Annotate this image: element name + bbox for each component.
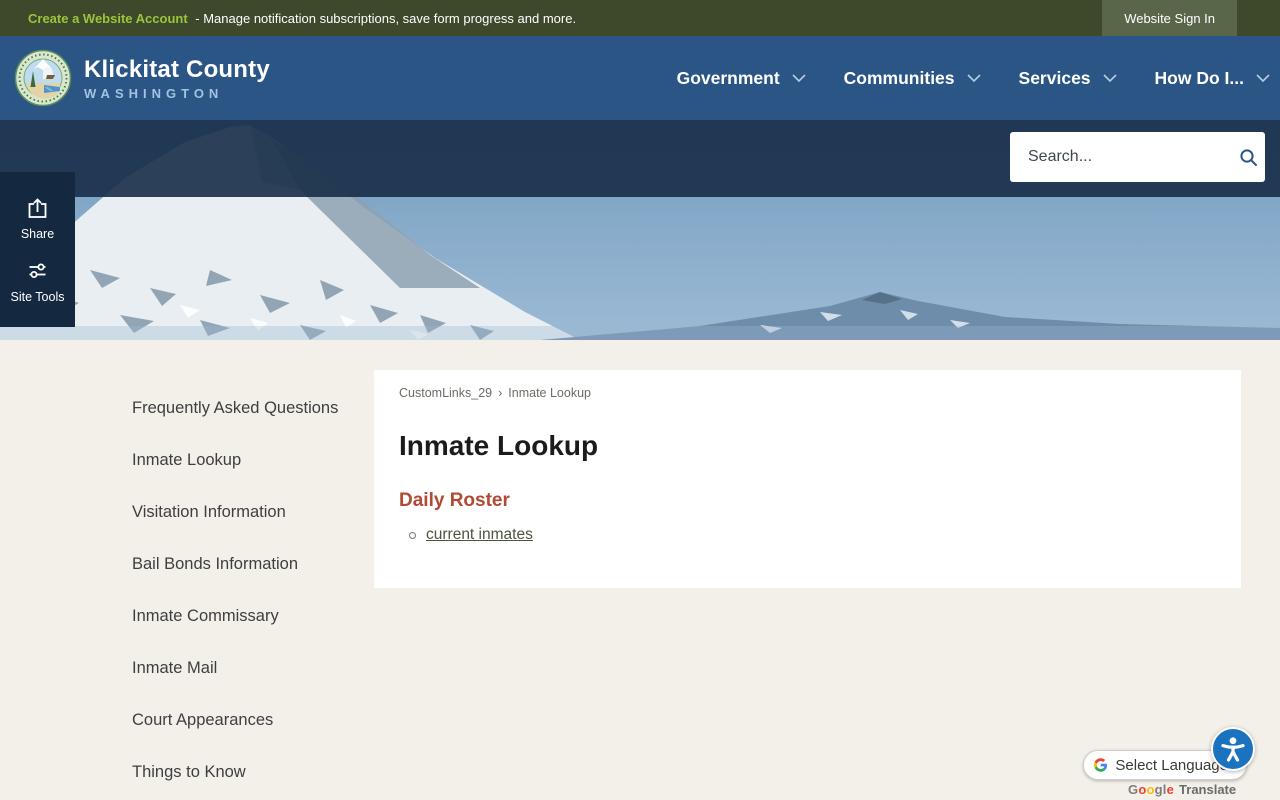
menu-item[interactable]: Inmate Lookup	[132, 450, 338, 470]
utility-bar: Create a Website Account - Manage notifi…	[0, 0, 1280, 36]
share-icon	[28, 198, 47, 218]
nav-how-do-i[interactable]: How Do I...	[1155, 68, 1270, 89]
menu-item[interactable]: Visitation Information	[132, 502, 338, 522]
nav-government[interactable]: Government	[677, 68, 806, 89]
site-tools-sliders-icon	[29, 263, 46, 278]
county-seal-logo	[14, 49, 72, 107]
search-button[interactable]	[1235, 144, 1262, 171]
breadcrumb-separator: ›	[498, 386, 503, 400]
create-account-link[interactable]: Create a Website Account	[28, 11, 188, 26]
side-tools-panel: Share Site Tools	[0, 172, 75, 327]
search-input[interactable]	[1028, 148, 1235, 166]
share-button[interactable]: Share	[21, 195, 54, 241]
main-content-area: Frequently Asked Questions Inmate Lookup…	[0, 340, 1280, 800]
section-menu: Frequently Asked Questions Inmate Lookup…	[132, 398, 338, 800]
main-nav: Government Communities Services How Do I…	[677, 68, 1270, 89]
site-header: Klickitat County WASHINGTON Government C…	[0, 36, 1280, 120]
current-inmates-link[interactable]: current inmates	[426, 526, 533, 544]
menu-item[interactable]: Inmate Commissary	[132, 606, 338, 626]
chevron-down-icon	[792, 73, 806, 82]
site-title: Klickitat County	[84, 55, 270, 83]
list-item: current inmates	[409, 526, 1216, 544]
breadcrumb-parent-link[interactable]: CustomLinks_29	[399, 386, 492, 400]
hero-banner: Share Site Tools	[0, 120, 1280, 340]
daily-roster-heading: Daily Roster	[399, 490, 510, 511]
menu-item[interactable]: Frequently Asked Questions	[132, 398, 338, 418]
chevron-down-icon	[966, 73, 981, 82]
menu-item[interactable]: Things to Know	[132, 762, 338, 782]
list-bullet	[409, 531, 416, 539]
account-promo-text: - Manage notification subscriptions, sav…	[195, 10, 577, 26]
content-card: CustomLinks_29 › Inmate Lookup Inmate Lo…	[374, 370, 1241, 588]
google-logo-text: Google	[1128, 782, 1175, 797]
search-icon	[1240, 148, 1257, 166]
page-title: Inmate Lookup	[399, 430, 599, 461]
site-search	[1010, 132, 1265, 182]
select-language-label: Select Language	[1115, 756, 1228, 774]
menu-item[interactable]: Court Appearances	[132, 710, 338, 730]
nav-communities[interactable]: Communities	[844, 68, 981, 89]
site-brand: Klickitat County WASHINGTON	[84, 56, 270, 101]
menu-item[interactable]: Inmate Mail	[132, 658, 338, 678]
website-sign-in-button[interactable]: Website Sign In	[1102, 0, 1237, 36]
breadcrumb: CustomLinks_29 › Inmate Lookup	[399, 386, 1216, 400]
accessibility-person-icon	[1221, 737, 1245, 762]
chevron-down-icon	[1256, 73, 1270, 82]
translate-word: Translate	[1179, 782, 1237, 797]
google-g-icon	[1094, 758, 1108, 772]
site-subtitle: WASHINGTON	[84, 85, 224, 101]
breadcrumb-current: Inmate Lookup	[508, 386, 591, 400]
site-tools-button[interactable]: Site Tools	[11, 258, 64, 304]
menu-item[interactable]: Bail Bonds Information	[132, 554, 338, 574]
nav-services[interactable]: Services	[1019, 68, 1117, 89]
chevron-down-icon	[1102, 73, 1117, 82]
account-promo: Create a Website Account - Manage notifi…	[0, 11, 576, 26]
accessibility-button[interactable]	[1211, 727, 1255, 771]
roster-links: current inmates	[399, 526, 1216, 544]
google-translate-attribution[interactable]: Google Translate	[1128, 782, 1236, 797]
